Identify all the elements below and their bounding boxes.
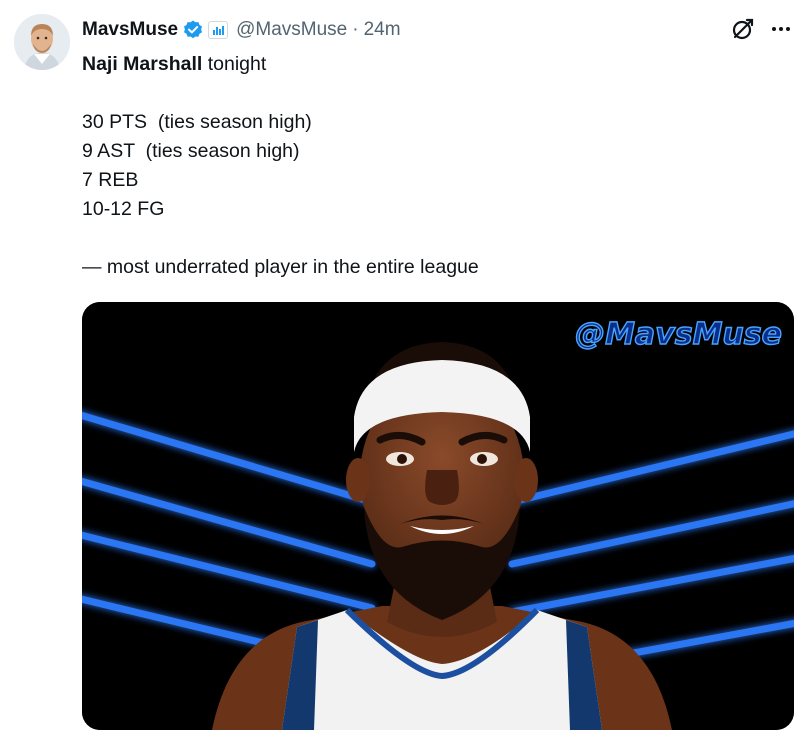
player-cartoon-image: @MavsMuse xyxy=(82,302,794,730)
image-watermark: @MavsMuse xyxy=(575,317,782,352)
stat-rebounds: 7 REB xyxy=(82,169,139,191)
tweet-text: Naji Marshall tonight 30 PTS (ties seaso… xyxy=(82,50,782,282)
tweet-closing-line: — most underrated player in the entire l… xyxy=(82,256,479,278)
more-options-icon[interactable] xyxy=(768,18,794,40)
avatar-image xyxy=(14,14,70,70)
affiliate-badge-icon[interactable] xyxy=(208,21,229,39)
tweet-media[interactable]: @MavsMuse xyxy=(82,302,794,730)
timestamp[interactable]: 24m xyxy=(364,19,401,41)
avatar[interactable] xyxy=(14,14,70,70)
stat-assists: 9 AST (ties season high) xyxy=(82,140,300,162)
display-name[interactable]: MavsMuse xyxy=(82,19,178,41)
separator: · xyxy=(352,19,359,40)
tweet-header: MavsMuse @MavsMuse · 24m xyxy=(82,16,401,44)
mentioned-name[interactable]: Naji Marshall xyxy=(82,53,202,75)
stat-field-goals: 10-12 FG xyxy=(82,198,165,220)
tweet-card[interactable]: MavsMuse @MavsMuse · 24m Naji Marshall t… xyxy=(0,0,812,746)
tweet-line-1: Naji Marshall tonight xyxy=(82,53,267,75)
grok-icon[interactable] xyxy=(730,16,756,42)
verified-badge-icon xyxy=(184,20,203,39)
handle[interactable]: @MavsMuse xyxy=(236,19,347,41)
stat-points: 30 PTS (ties season high) xyxy=(82,111,312,133)
